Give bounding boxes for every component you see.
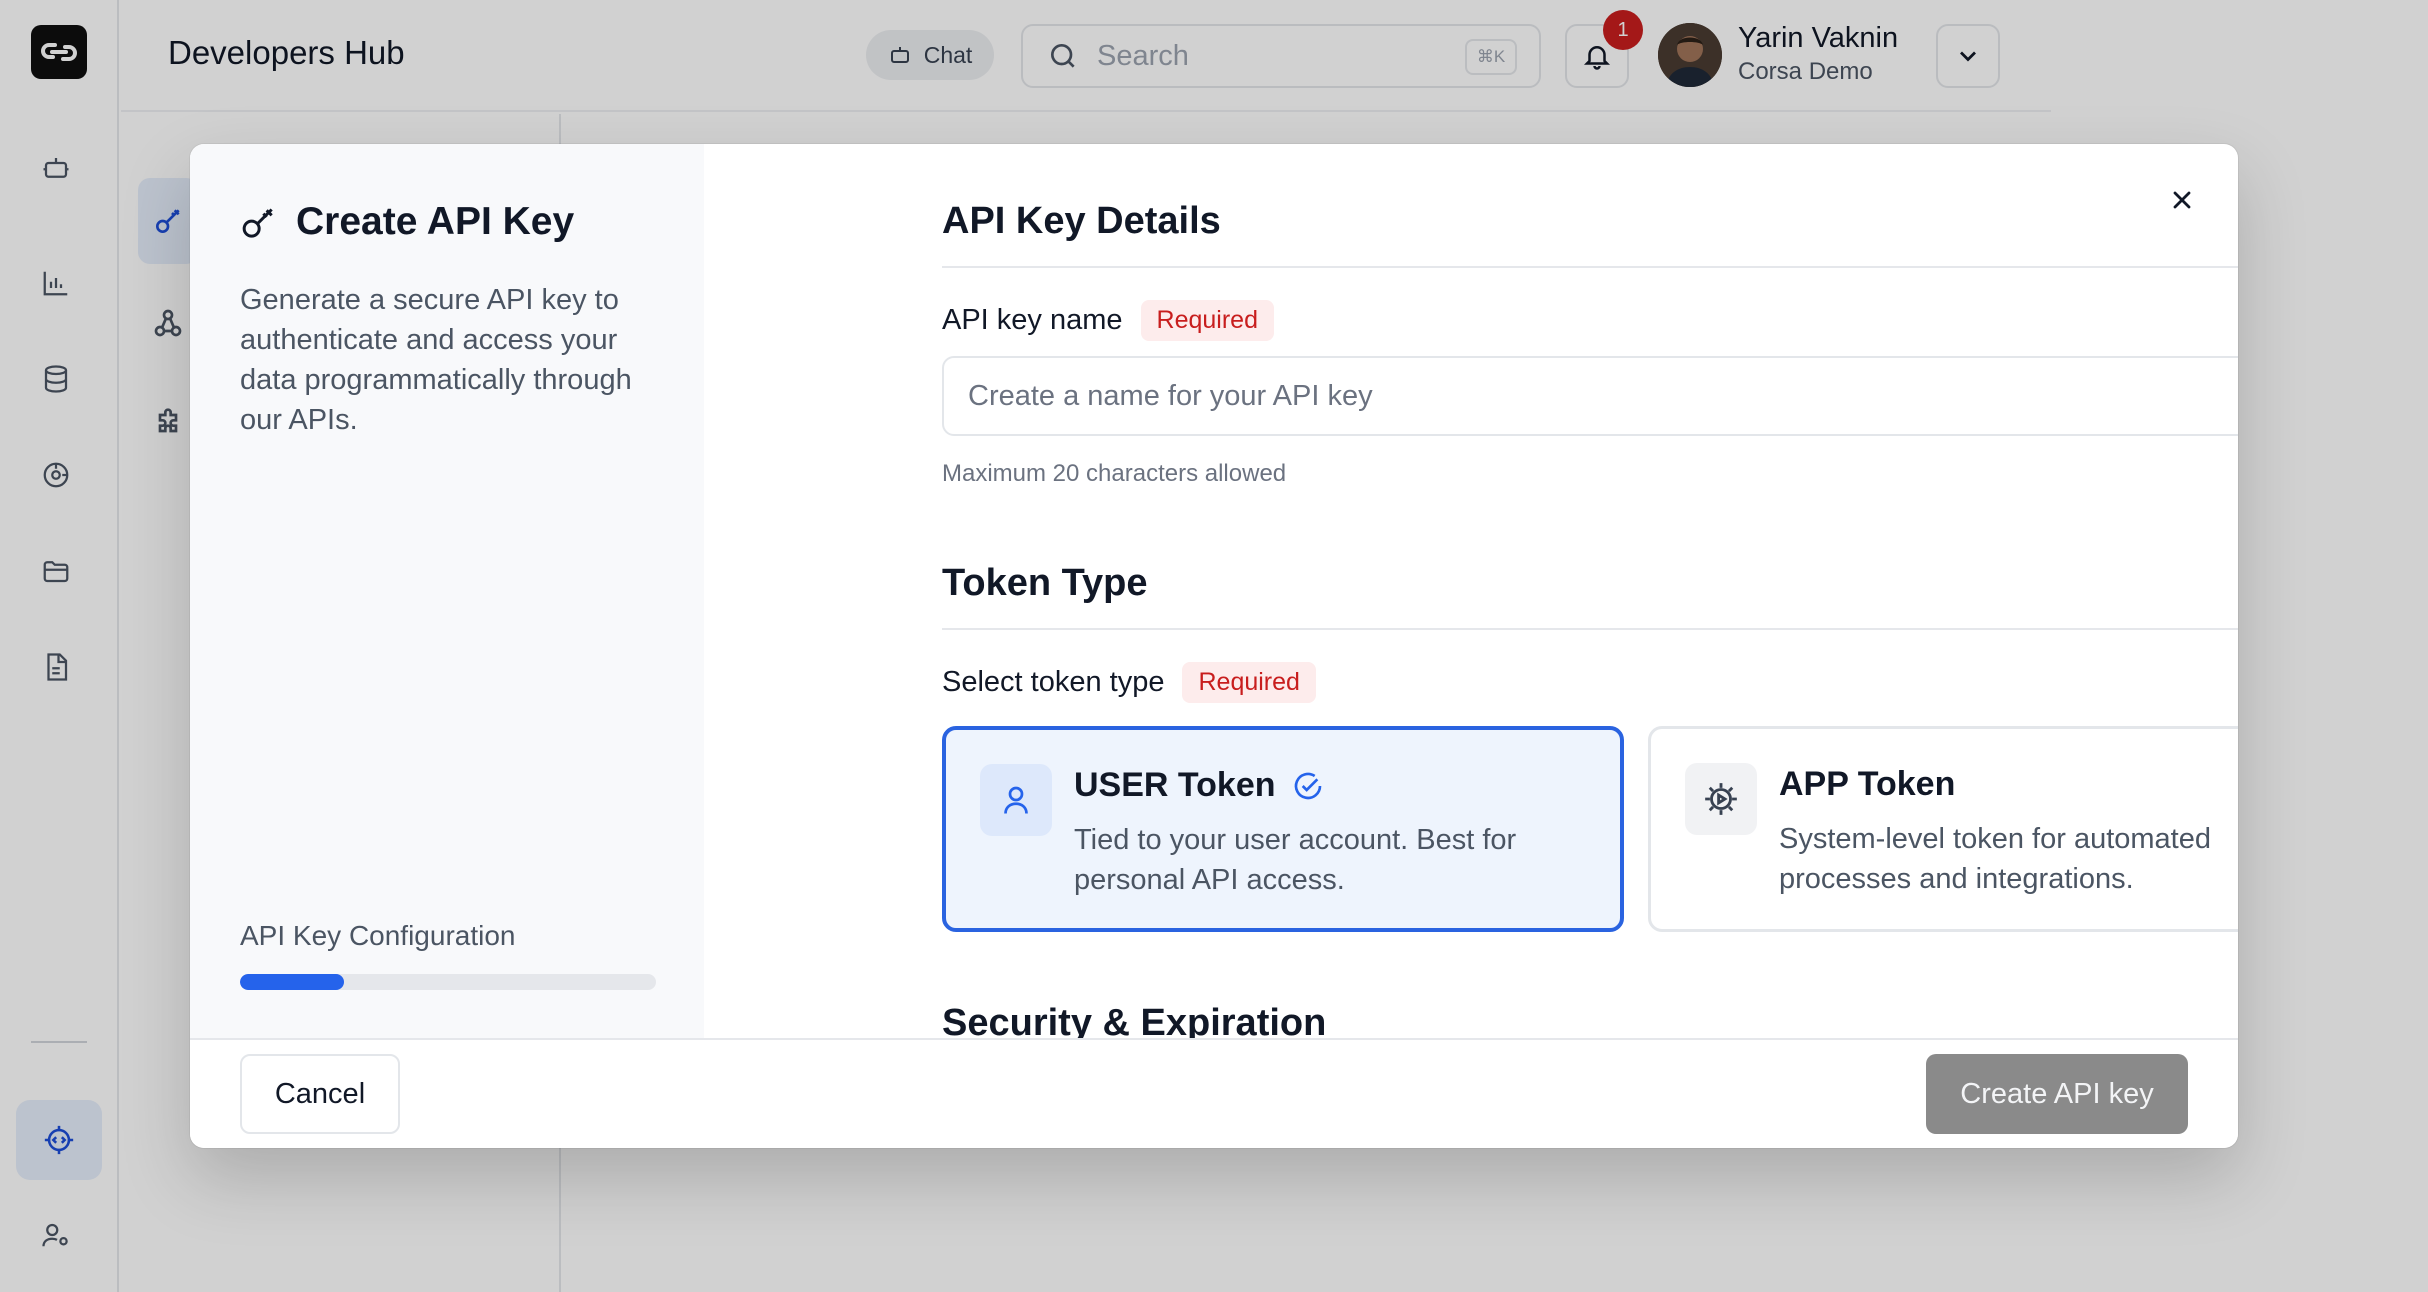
gear-icon — [1685, 763, 1757, 835]
token-label-text: Select token type — [942, 666, 1165, 698]
required-badge: Required — [1182, 662, 1316, 703]
create-api-key-dialog: Create API Key Generate a secure API key… — [190, 144, 2238, 1148]
details-section-title: API Key Details — [942, 200, 1221, 242]
dialog-description: Generate a secure API key to authenticat… — [240, 284, 632, 436]
api-key-name-input[interactable] — [942, 356, 2238, 436]
create-api-key-button[interactable]: Create API key — [1926, 1054, 2188, 1134]
app-root: Developers Hub Chat ⌘K 1 Yarin Vaknin Co… — [0, 0, 2428, 1292]
section-divider — [942, 266, 2238, 268]
token-field-label: Select token type Required — [942, 662, 1316, 703]
progress-bar — [240, 974, 656, 990]
security-section-title: Security & Expiration — [942, 1002, 1327, 1038]
dialog-form: API Key Details API key name Required Ma… — [704, 144, 2238, 1038]
user-token-name: USER Token — [1074, 766, 1276, 804]
key-icon — [242, 208, 273, 238]
check-circle-icon — [1294, 772, 1321, 799]
app-token-description: System-level token for automated process… — [1779, 823, 2211, 895]
app-token-title: APP Token — [1779, 765, 1955, 804]
close-button[interactable] — [2156, 174, 2208, 226]
user-icon — [980, 764, 1052, 836]
progress-fill — [240, 974, 344, 990]
name-label-text: API key name — [942, 304, 1123, 336]
name-field-label: API key name Required — [942, 300, 1274, 341]
token-section-title: Token Type — [942, 562, 1148, 604]
dialog-footer: Cancel Create API key — [190, 1038, 2238, 1148]
user-token-option[interactable]: USER Token Tied to your user account. Be… — [942, 726, 1624, 932]
user-token-title: USER Token — [1074, 766, 1324, 805]
app-token-name: APP Token — [1779, 765, 1956, 803]
dialog-title: Create API Key — [296, 200, 575, 243]
name-hint: Maximum 20 characters allowed — [942, 460, 1287, 487]
dialog-heading: Create API Key — [240, 200, 574, 244]
close-icon — [2173, 191, 2191, 209]
progress-label: API Key Configuration — [240, 920, 516, 951]
section-divider — [942, 628, 2238, 630]
user-token-description: Tied to your user account. Best for pers… — [1074, 824, 1517, 896]
app-token-option[interactable]: APP Token System-level token for automat… — [1648, 726, 2238, 932]
dialog-sidebar: Create API Key Generate a secure API key… — [190, 144, 704, 1038]
required-badge: Required — [1140, 300, 1274, 341]
cancel-button[interactable]: Cancel — [240, 1054, 400, 1134]
